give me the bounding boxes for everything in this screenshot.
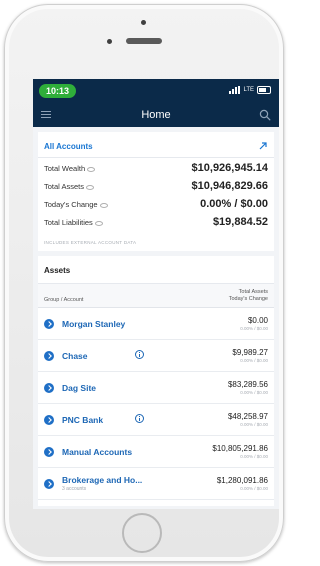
account-name: Chase xyxy=(62,350,88,361)
account-change: 0.00% / $0.00 xyxy=(240,454,268,459)
account-row-brokerage[interactable]: Brokerage and Ho... 3 accounts $1,280,09… xyxy=(38,468,274,500)
phone-frame: 10:13 LTE Home All Accounts Total Wealth… xyxy=(4,4,284,562)
visibility-icon[interactable] xyxy=(86,184,95,190)
account-value: $0.00 xyxy=(247,316,268,325)
assets-section-title: Assets xyxy=(38,256,274,284)
summary-card: All Accounts Total Wealth $10,926,945.14… xyxy=(38,132,274,251)
nav-bar: Home xyxy=(33,103,279,127)
total-liabilities-label: Total Liabilities xyxy=(44,218,93,227)
total-liabilities-value: $19,884.52 xyxy=(212,216,268,228)
chevron-right-icon[interactable] xyxy=(44,414,54,425)
status-indicators: LTE xyxy=(229,86,271,94)
account-change: 0.00% / $0.00 xyxy=(240,486,268,491)
total-wealth-value: $10,926,945.14 xyxy=(191,162,268,174)
list-bottom xyxy=(38,500,274,506)
menu-icon[interactable] xyxy=(41,111,51,120)
info-icon[interactable] xyxy=(135,350,144,359)
todays-change-value: 0.00% / $0.00 xyxy=(200,198,268,210)
summary-header: All Accounts xyxy=(38,132,274,158)
visibility-icon[interactable] xyxy=(94,220,103,226)
signal-icon xyxy=(229,86,241,94)
account-row-manual-accounts[interactable]: Manual Accounts $10,805,291.86 0.00% / $… xyxy=(38,436,274,468)
chevron-right-icon[interactable] xyxy=(44,318,54,329)
total-assets-column: Total Assets xyxy=(238,289,268,295)
account-name: Brokerage and Ho... xyxy=(62,475,143,485)
account-name: Morgan Stanley xyxy=(62,318,126,329)
todays-change-column: Today's Change xyxy=(228,296,268,302)
chevron-right-icon[interactable] xyxy=(44,446,54,457)
battery-icon xyxy=(257,86,271,94)
total-assets-row: Total Assets $10,946,829.66 xyxy=(44,180,268,198)
account-value: $9,989.27 xyxy=(232,348,268,357)
account-name: Dag Site xyxy=(62,382,97,393)
account-name: PNC Bank xyxy=(62,414,104,425)
total-wealth-label: Total Wealth xyxy=(44,164,86,173)
account-row-dag-site[interactable]: Dag Site $83,289.56 0.00% / $0.00 xyxy=(38,372,274,404)
account-row-chase[interactable]: Chase $9,989.27 0.00% / $0.00 xyxy=(38,340,274,372)
todays-change-label: Today's Change xyxy=(44,200,98,209)
account-subtitle: 3 accounts xyxy=(62,486,87,492)
expand-arrow-icon[interactable] xyxy=(258,141,268,151)
account-change: 0.00% / $0.00 xyxy=(240,390,268,395)
assets-table-header: Group / Account Total Assets Today's Cha… xyxy=(38,284,274,308)
todays-change-row: Today's Change 0.00% / $0.00 xyxy=(44,198,268,216)
accounts-list: Morgan Stanley $0.00 0.00% / $0.00 Chase… xyxy=(38,308,274,500)
account-name: Manual Accounts xyxy=(62,446,133,457)
chevron-right-icon[interactable] xyxy=(44,478,54,489)
visibility-icon[interactable] xyxy=(99,202,108,208)
account-change: 0.00% / $0.00 xyxy=(240,358,268,363)
app-screen: 10:13 LTE Home All Accounts Total Wealth… xyxy=(33,79,279,509)
status-bar: 10:13 LTE xyxy=(33,79,279,103)
visibility-icon[interactable] xyxy=(87,166,96,172)
proximity-sensor-icon xyxy=(141,20,146,25)
all-accounts-link[interactable]: All Accounts xyxy=(44,142,93,151)
earpiece-speaker xyxy=(126,38,162,44)
account-value: $10,805,291.86 xyxy=(212,444,268,453)
total-assets-value: $10,946,829.66 xyxy=(191,180,268,192)
total-liabilities-row: Total Liabilities $19,884.52 xyxy=(44,216,268,234)
front-camera-icon xyxy=(107,39,112,44)
account-row-morgan-stanley[interactable]: Morgan Stanley $0.00 0.00% / $0.00 xyxy=(38,308,274,340)
network-type: LTE xyxy=(243,87,254,93)
home-button[interactable] xyxy=(122,513,162,553)
account-value: $48,258.97 xyxy=(227,412,268,421)
status-time: 10:13 xyxy=(39,84,77,98)
account-change: 0.00% / $0.00 xyxy=(240,422,268,427)
group-account-column: Group / Account xyxy=(44,297,84,303)
chevron-right-icon[interactable] xyxy=(44,350,54,361)
account-value: $83,289.56 xyxy=(227,380,268,389)
account-change: 0.00% / $0.00 xyxy=(240,326,268,331)
external-data-note: INCLUDES EXTERNAL ACCOUNT DATA xyxy=(44,240,137,245)
search-icon[interactable] xyxy=(259,109,271,121)
summary-rows: Total Wealth $10,926,945.14 Total Assets… xyxy=(38,158,274,236)
account-value: $1,280,091.86 xyxy=(216,476,268,485)
account-row-pnc-bank[interactable]: PNC Bank $48,258.97 0.00% / $0.00 xyxy=(38,404,274,436)
chevron-right-icon[interactable] xyxy=(44,382,54,393)
total-assets-label: Total Assets xyxy=(44,182,85,191)
total-wealth-row: Total Wealth $10,926,945.14 xyxy=(44,162,268,180)
info-icon[interactable] xyxy=(135,414,144,423)
page-title: Home xyxy=(141,109,171,121)
